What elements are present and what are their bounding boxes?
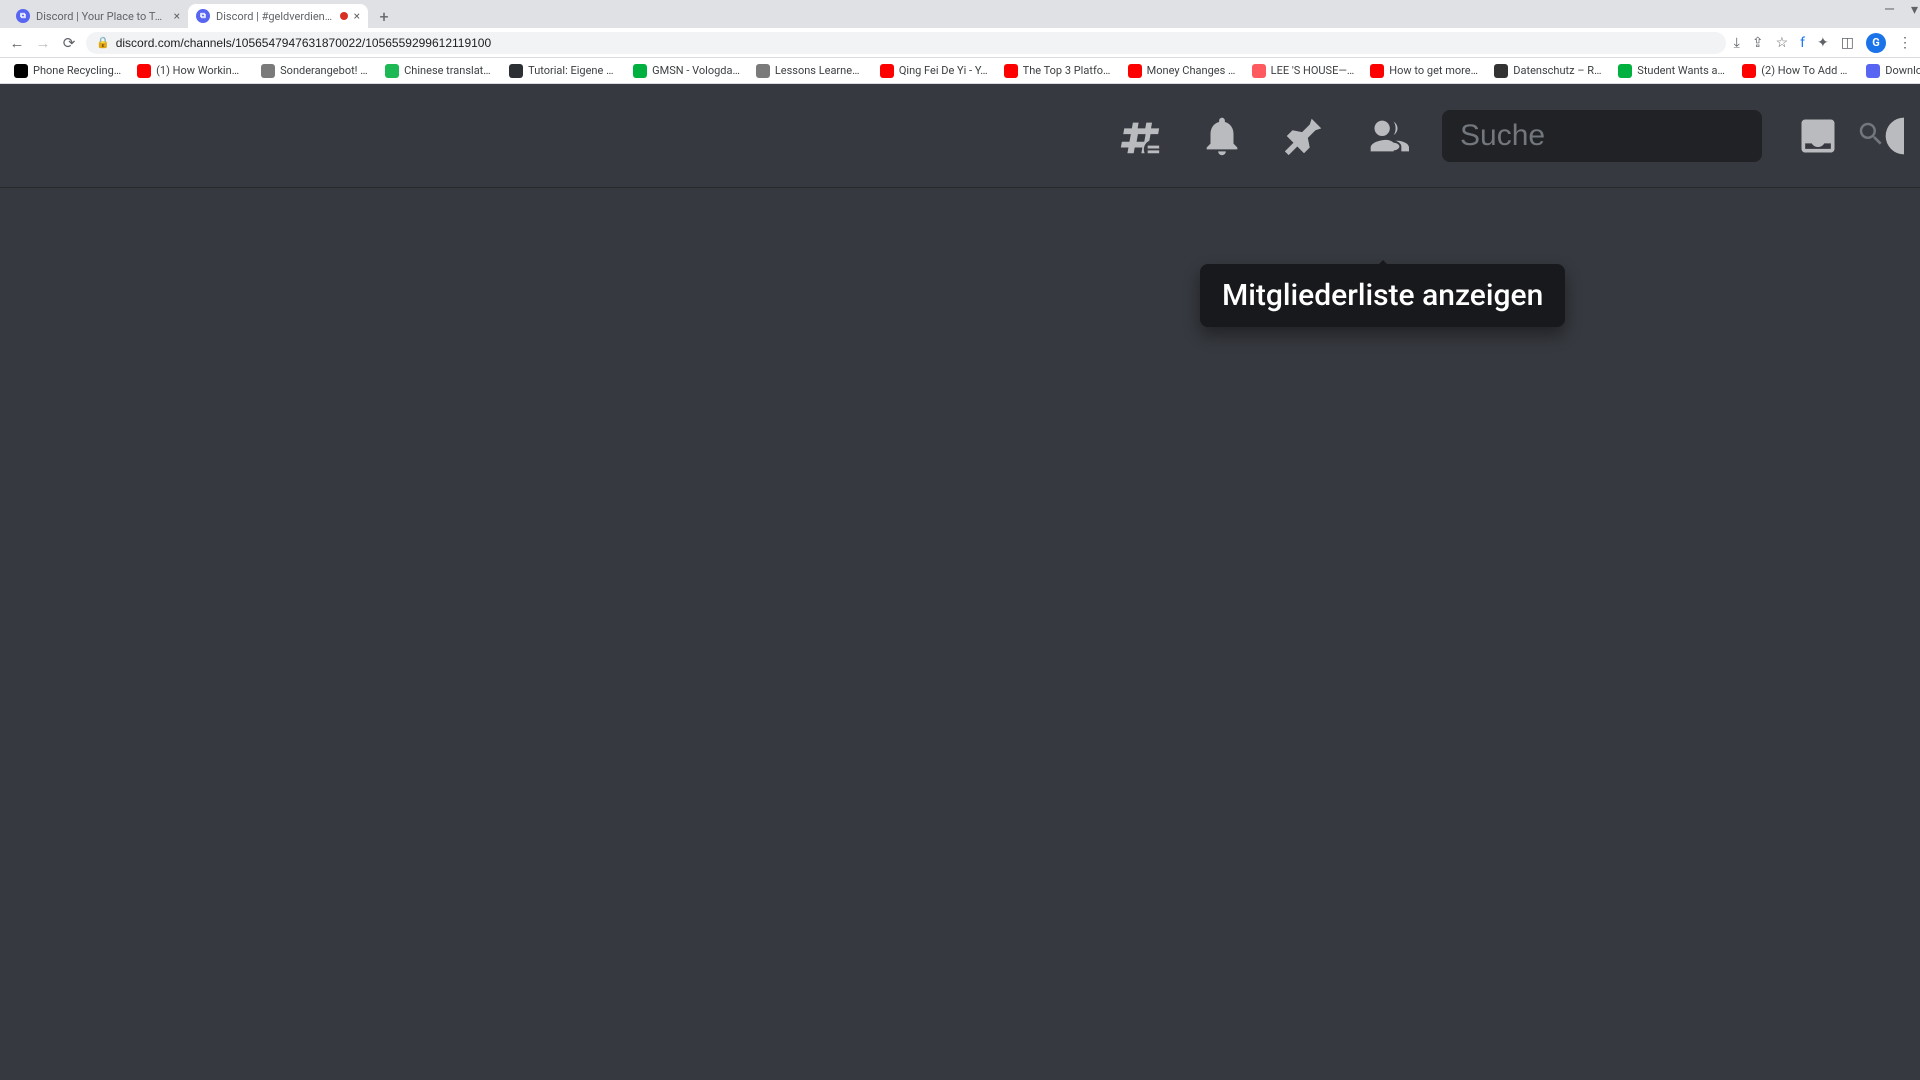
bookmark-favicon-icon [385,64,399,78]
window-menu-button[interactable]: ▾ [1911,2,1918,18]
toolbar-right-icons: ⤓ ⇪ ☆ f ✦ ◫ G ⋮ [1734,33,1912,53]
bookmark-item[interactable]: LEE 'S HOUSE—… [1246,62,1361,80]
bookmark-item[interactable]: Student Wants an… [1612,62,1732,80]
bookmark-favicon-icon [1128,64,1142,78]
lock-icon: 🔒 [96,36,110,49]
bookmark-favicon-icon [1004,64,1018,78]
browser-tab-active[interactable]: ⧉ Discord | #geldverdienen × [188,4,368,28]
help-icon[interactable] [1874,110,1904,162]
bookmark-favicon-icon [1494,64,1508,78]
bookmark-favicon-icon [756,64,770,78]
facebook-extension-icon[interactable]: f [1800,35,1805,51]
bookmark-item[interactable]: (2) How To Add A… [1736,62,1856,80]
bookmark-item[interactable]: (1) How Working a… [131,62,251,80]
member-list-tooltip: Mitgliederliste anzeigen [1200,264,1565,327]
bookmark-item[interactable]: The Top 3 Platfor… [998,62,1118,80]
bookmark-item[interactable]: Chinese translatio… [379,62,499,80]
threads-icon[interactable] [1114,110,1166,162]
bookmark-favicon-icon [880,64,894,78]
share-icon[interactable]: ⇪ [1752,35,1764,51]
bookmark-favicon-icon [261,64,275,78]
bookmark-item[interactable]: Lessons Learned f… [750,62,870,80]
search-box[interactable] [1442,110,1762,162]
nav-back-button[interactable]: ← [8,34,26,52]
bookmark-favicon-icon [1252,64,1266,78]
bookmark-item[interactable]: GMSN - Vologda… [627,62,746,80]
bookmark-favicon-icon [1618,64,1632,78]
browser-tabstrip: ⧉ Discord | Your Place to Talk an… × ⧉ D… [0,0,1920,28]
tab-notification-dot-icon [340,12,348,20]
bookmark-favicon-icon [509,64,523,78]
channel-header [0,84,1920,188]
discord-app: Mitgliederliste anzeigen [0,84,1920,1080]
browser-toolbar: ← → ⟳ 🔒 ⤓ ⇪ ☆ f ✦ ◫ G ⋮ [0,28,1920,58]
install-app-icon[interactable]: ⤓ [1734,35,1740,51]
tab-title: Discord | Your Place to Talk an… [36,10,168,23]
discord-favicon-icon: ⧉ [196,9,210,23]
inbox-icon[interactable] [1792,110,1844,162]
browser-tab[interactable]: ⧉ Discord | Your Place to Talk an… × [8,4,188,28]
bookmark-star-icon[interactable]: ☆ [1776,35,1789,51]
bookmark-favicon-icon [14,64,28,78]
bookmark-favicon-icon [1742,64,1756,78]
bookmark-item[interactable]: Money Changes E… [1122,62,1242,80]
tab-close-icon[interactable]: × [174,9,180,23]
side-panel-icon[interactable]: ◫ [1841,35,1854,51]
bookmarks-bar: Phone Recycling… (1) How Working a… Sond… [0,58,1920,84]
nav-forward-button: → [34,34,52,52]
nav-reload-button[interactable]: ⟳ [60,34,78,52]
profile-avatar-icon[interactable]: G [1866,33,1886,53]
search-input[interactable] [1460,119,1846,153]
pinned-messages-icon[interactable] [1278,110,1330,162]
tab-title: Discord | #geldverdienen [216,10,336,23]
bookmark-item[interactable]: Tutorial: Eigene Fa… [503,62,623,80]
bookmark-item[interactable]: Phone Recycling… [8,62,127,80]
discord-favicon-icon: ⧉ [16,9,30,23]
address-input[interactable] [116,36,1716,50]
member-list-icon[interactable] [1360,110,1412,162]
address-bar[interactable]: 🔒 [86,32,1726,54]
notifications-bell-icon[interactable] [1196,110,1248,162]
bookmark-favicon-icon [1370,64,1384,78]
extensions-puzzle-icon[interactable]: ✦ [1817,35,1829,51]
new-tab-button[interactable]: + [372,4,396,28]
bookmark-favicon-icon [137,64,151,78]
bookmark-item[interactable]: Download – Cooki… [1860,62,1920,80]
bookmark-item[interactable]: Qing Fei De Yi - Y… [874,62,994,80]
window-controls: — ▾ [1884,2,1918,18]
bookmark-favicon-icon [633,64,647,78]
bookmark-item[interactable]: Sonderangebot! |… [255,62,375,80]
bookmark-item[interactable]: How to get more v… [1364,62,1484,80]
chrome-menu-icon[interactable]: ⋮ [1898,35,1912,51]
bookmark-item[interactable]: Datenschutz – Re… [1488,62,1608,80]
tab-close-icon[interactable]: × [354,9,360,23]
window-minimize-button[interactable]: — [1884,2,1895,18]
channel-body [0,188,1920,1080]
bookmark-favicon-icon [1866,64,1880,78]
